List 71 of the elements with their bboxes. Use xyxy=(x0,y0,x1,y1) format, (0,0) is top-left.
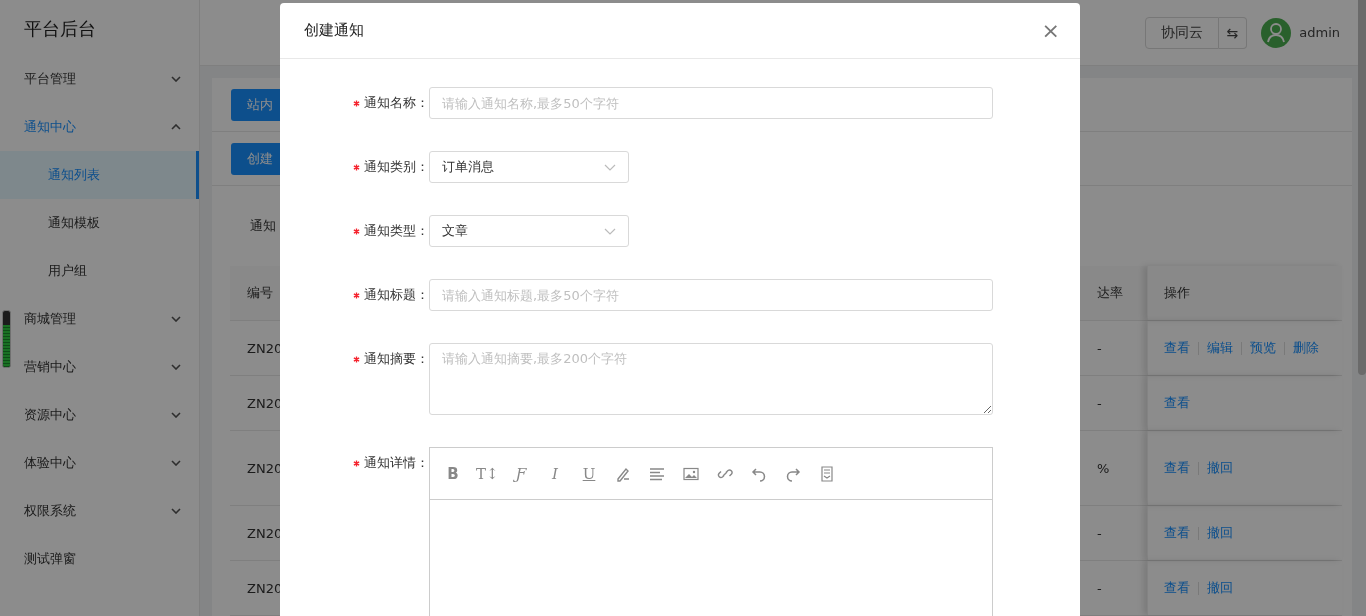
bold-button[interactable]: B xyxy=(442,464,464,483)
chevron-down-icon xyxy=(171,364,181,370)
field-label: 通知名称： xyxy=(364,94,429,112)
table-cell: - xyxy=(1097,525,1102,541)
chevron-down-icon xyxy=(171,508,181,514)
italic-button[interactable]: I xyxy=(544,464,566,483)
scrollbar-thumb[interactable] xyxy=(1358,0,1366,375)
font-button[interactable]: Ƒ xyxy=(510,464,532,483)
text-field[interactable]: 请输入通知标题,最多50个字符 xyxy=(429,279,993,311)
menu-item[interactable]: 营销中心 xyxy=(0,343,199,391)
close-button[interactable]: × xyxy=(1037,18,1064,43)
action-link[interactable]: 编辑 xyxy=(1207,339,1233,357)
chevron-down-icon xyxy=(171,460,181,466)
action-link[interactable]: 查看 xyxy=(1164,339,1190,357)
dialog-title: 创建通知 xyxy=(304,21,364,40)
chevron-up-icon xyxy=(171,124,181,130)
menu-item[interactable]: 通知中心 xyxy=(0,103,199,151)
workspace-button[interactable]: 协同云 xyxy=(1144,16,1219,49)
action-link[interactable]: 查看 xyxy=(1164,579,1190,597)
menu-item[interactable]: 测试弹窗 xyxy=(0,535,199,583)
chevron-down-icon xyxy=(604,163,616,171)
submenu-item[interactable]: 通知模板 xyxy=(0,199,199,247)
table-cell: - xyxy=(1097,395,1102,411)
document-icon[interactable] xyxy=(819,465,835,482)
action-link[interactable]: 查看 xyxy=(1164,459,1190,477)
avatar-icon[interactable] xyxy=(1261,17,1292,48)
menu-item[interactable]: 体验中心 xyxy=(0,439,199,487)
menu-item[interactable]: 商城管理 xyxy=(0,295,199,343)
font-size-button[interactable]: T↕ xyxy=(476,464,498,483)
field-label: 通知标题： xyxy=(364,286,429,304)
select-field[interactable]: 订单消息 xyxy=(429,151,629,183)
text-field[interactable]: 请输入通知名称,最多50个字符 xyxy=(429,87,993,119)
table-cell: - xyxy=(1097,580,1102,596)
action-link[interactable]: 删除 xyxy=(1293,339,1319,357)
field-label: 通知详情： xyxy=(364,454,429,472)
user-name[interactable]: admin xyxy=(1299,25,1340,40)
action-link[interactable]: 预览 xyxy=(1250,339,1276,357)
table-cell: - xyxy=(1097,340,1102,356)
menu-item[interactable]: 权限系统 xyxy=(0,487,199,535)
column-header: 编号 xyxy=(247,285,273,300)
redo-icon[interactable] xyxy=(785,465,801,482)
pen-icon[interactable] xyxy=(615,465,631,482)
select-field[interactable]: 文章 xyxy=(429,215,629,247)
align-icon[interactable] xyxy=(649,465,665,482)
chevron-down-icon xyxy=(171,76,181,82)
submenu-item[interactable]: 用户组 xyxy=(0,247,199,295)
image-icon[interactable] xyxy=(683,465,699,482)
submenu-item[interactable]: 通知列表 xyxy=(0,151,199,199)
undo-icon[interactable] xyxy=(751,465,767,482)
action-link[interactable]: 撤回 xyxy=(1207,459,1233,477)
field-label: 通知类型： xyxy=(364,222,429,240)
underline-button[interactable]: U xyxy=(578,464,600,483)
menu-item[interactable]: 平台管理 xyxy=(0,55,199,103)
action-link[interactable]: 查看 xyxy=(1164,524,1190,542)
column-header: 操作 xyxy=(1164,284,1190,302)
table-cell: % xyxy=(1097,460,1110,476)
menu-item[interactable]: 资源中心 xyxy=(0,391,199,439)
action-link[interactable]: 查看 xyxy=(1164,394,1190,412)
chevron-down-icon xyxy=(171,316,181,322)
column-header: 达率 xyxy=(1097,285,1123,300)
rich-text-editor[interactable]: B T↕ Ƒ I U xyxy=(429,447,993,616)
action-link[interactable]: 撤回 xyxy=(1207,579,1233,597)
chevron-down-icon xyxy=(604,227,616,235)
action-link[interactable]: 撤回 xyxy=(1207,524,1233,542)
chevron-down-icon xyxy=(171,412,181,418)
app-title: 平台后台 xyxy=(23,17,97,41)
field-label: 通知摘要： xyxy=(364,350,429,368)
textarea-field[interactable]: 请输入通知摘要,最多200个字符 xyxy=(429,343,993,415)
field-label: 通知类别： xyxy=(364,158,429,176)
switch-button[interactable]: ⇆ xyxy=(1218,16,1248,49)
filter-label: 通知 xyxy=(250,217,276,235)
